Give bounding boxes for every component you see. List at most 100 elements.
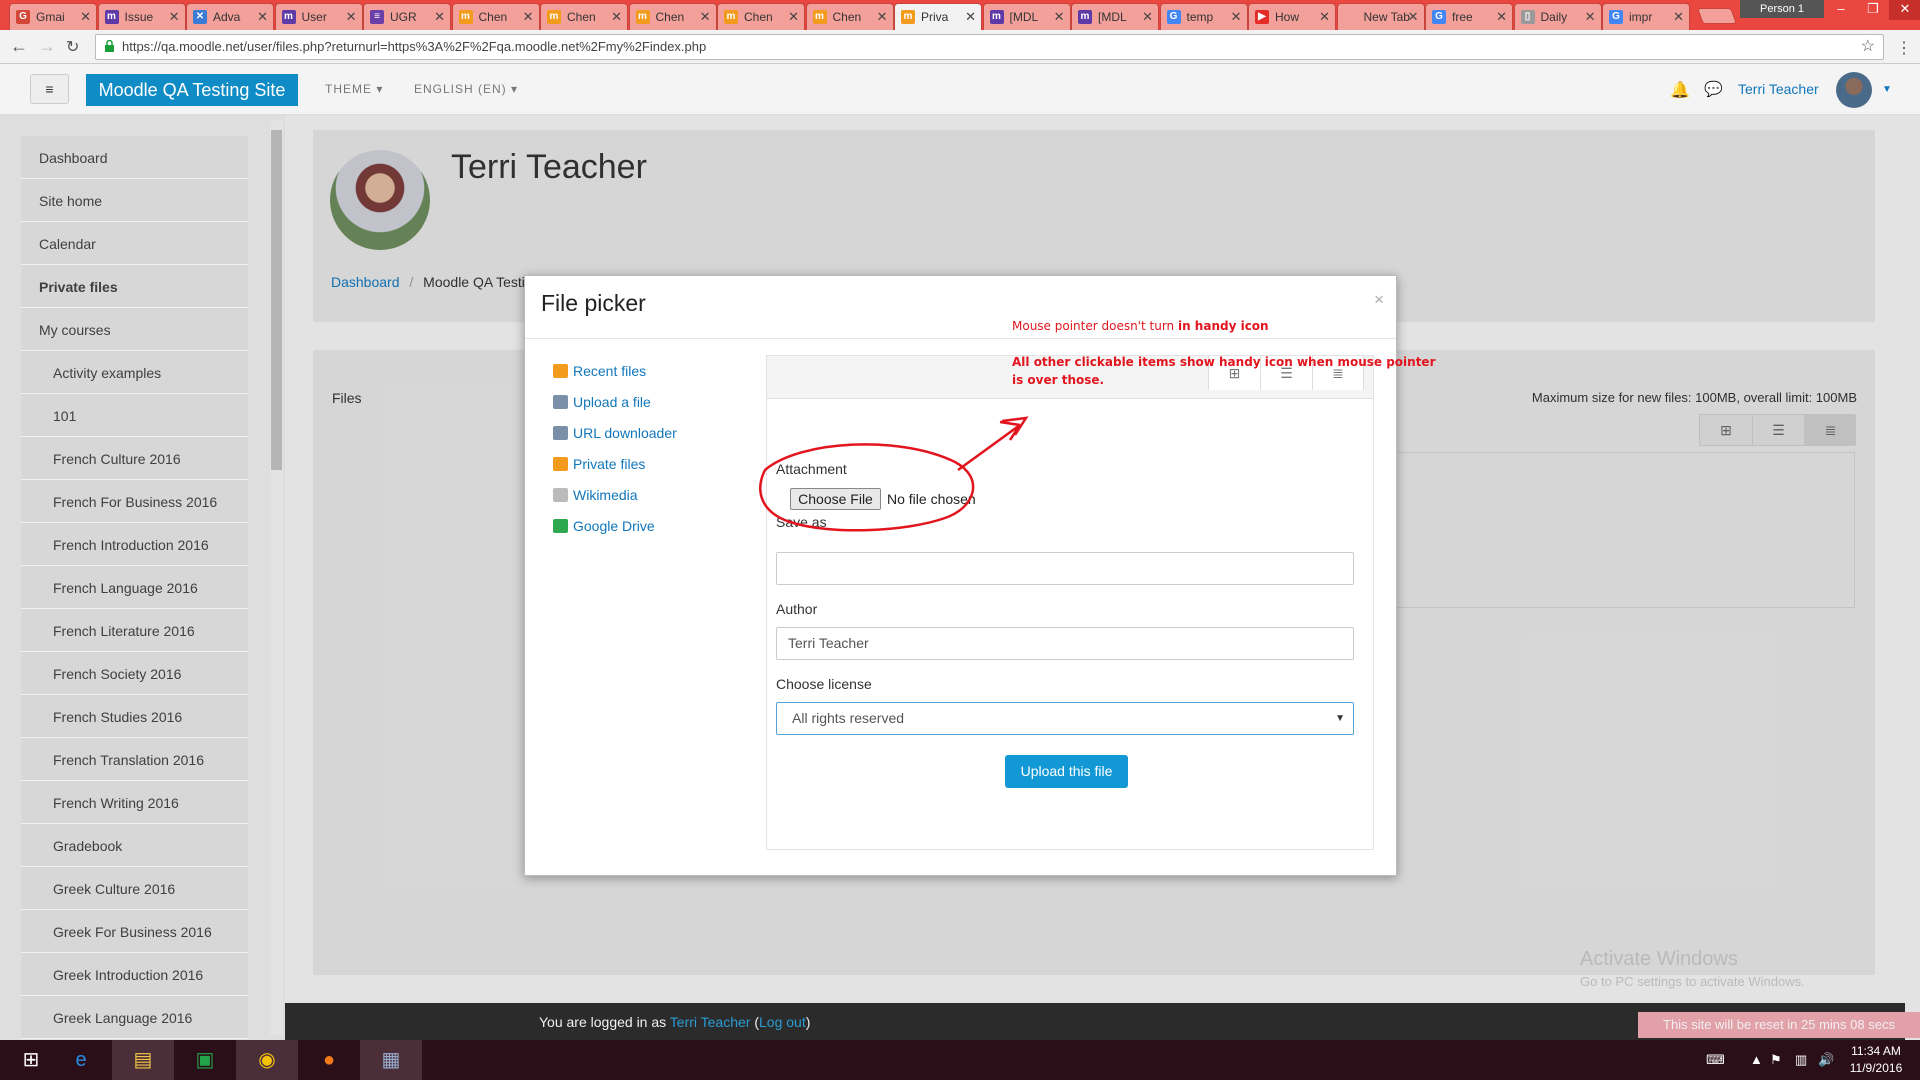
repository-item[interactable]: Upload a file (553, 394, 651, 410)
tab-close-icon[interactable]: ✕ (788, 9, 799, 25)
tab-close-icon[interactable]: ✕ (1408, 9, 1419, 25)
system-clock[interactable]: 11:34 AM 11/9/2016 (1838, 1043, 1914, 1077)
tab-close-icon[interactable]: ✕ (700, 9, 711, 25)
messages-icon[interactable]: 💬 (1704, 80, 1723, 98)
repository-label: Private files (573, 456, 646, 472)
moodle-navbar: ≡ Moodle QA Testing Site THEME ▾ ENGLISH… (0, 64, 1920, 115)
save-as-input[interactable] (776, 552, 1354, 585)
url-field[interactable]: https://qa.moodle.net/user/files.php?ret… (95, 34, 1884, 60)
forward-icon[interactable]: → (38, 36, 56, 57)
tab-close-icon[interactable]: ✕ (611, 9, 622, 25)
browser-tab[interactable]: m Chen ✕ (717, 3, 805, 30)
tab-close-icon[interactable]: ✕ (1585, 9, 1596, 25)
firefox-icon[interactable]: ● (298, 1040, 360, 1080)
browser-tab[interactable]: Gtemp ✕ (1159, 3, 1248, 30)
site-brand[interactable]: Moodle QA Testing Site (86, 74, 298, 106)
tab-close-icon[interactable]: ✕ (523, 9, 534, 25)
tab-close-icon[interactable]: ✕ (1673, 9, 1684, 25)
tab-label: Issue (124, 10, 154, 24)
tab-close-icon[interactable]: ✕ (877, 9, 888, 25)
tab-close-icon[interactable]: ✕ (1319, 9, 1330, 25)
tab-label: Chen (478, 10, 508, 24)
repository-item[interactable]: Private files (553, 456, 645, 472)
volume-icon[interactable]: 🔊 (1818, 1052, 1834, 1068)
tab-close-icon[interactable]: ✕ (434, 9, 445, 25)
tab-close-icon[interactable]: ✕ (1496, 9, 1507, 25)
notifications-bell-icon[interactable]: 🔔 (1670, 80, 1690, 100)
bookmark-star-icon[interactable]: ☆ (1861, 35, 1875, 59)
browser-tab[interactable]: m Chen ✕ (451, 3, 540, 30)
internet-explorer-icon[interactable]: e (50, 1040, 112, 1080)
license-label: Choose license (776, 676, 872, 692)
browser-tab[interactable]: m Chen ✕ (805, 3, 894, 30)
tab-label: Chen (832, 10, 862, 24)
keyboard-icon[interactable]: ⌨ (1706, 1052, 1725, 1068)
tab-favicon-icon: ▶ (1255, 10, 1269, 24)
address-bar: ← → ↻ https://qa.moodle.net/user/files.p… (0, 30, 1920, 64)
browser-tab[interactable]: m User ✕ (274, 3, 363, 30)
remote-desktop-icon[interactable]: ▦ (360, 1040, 422, 1080)
language-menu[interactable]: ENGLISH (EN) ▾ (414, 82, 518, 96)
tab-close-icon[interactable]: ✕ (1142, 9, 1153, 25)
back-icon[interactable]: ← (10, 36, 28, 57)
hamburger-menu-button[interactable]: ≡ (30, 74, 69, 104)
attachment-label: Attachment (776, 461, 847, 477)
tab-label: User (301, 10, 327, 24)
chevron-down-icon[interactable]: ▼ (1882, 84, 1892, 95)
browser-tab[interactable]: New Tab ✕ (1336, 3, 1425, 30)
minimize-icon[interactable]: – (1825, 0, 1857, 20)
file-explorer-icon[interactable]: ▤ (112, 1040, 174, 1080)
browser-tab[interactable]: m [MDL ✕ (982, 3, 1071, 30)
theme-menu[interactable]: THEME ▾ (325, 82, 383, 96)
reload-icon[interactable]: ↻ (66, 37, 79, 57)
license-select[interactable]: All rights reserved ▼ (776, 702, 1354, 735)
annotation-line-3: is over those. (1012, 373, 1105, 387)
upload-this-file-button[interactable]: Upload this file (1005, 755, 1128, 788)
store-icon[interactable]: ▣ (174, 1040, 236, 1080)
browser-tab[interactable]: ▯ Daily ✕ (1513, 3, 1602, 30)
new-tab-button[interactable] (1697, 8, 1737, 24)
choose-file-button[interactable]: Choose File (790, 488, 881, 510)
browser-tab[interactable]: m [MDL ✕ (1071, 3, 1159, 30)
user-avatar[interactable] (1836, 72, 1872, 108)
tab-close-icon[interactable]: ✕ (80, 9, 91, 25)
tray-chevron-icon[interactable]: ▲ (1750, 1052, 1763, 1067)
browser-tab[interactable]: m Priva ✕ (894, 3, 982, 30)
repository-item[interactable]: Google Drive (553, 518, 655, 534)
restore-icon[interactable]: ❐ (1857, 0, 1889, 20)
tab-favicon-icon: ✕ (193, 10, 207, 24)
dialog-title: File picker (541, 290, 646, 316)
repository-item[interactable]: URL downloader (553, 425, 677, 441)
action-center-flag-icon[interactable]: ⚑ (1770, 1052, 1782, 1068)
tab-close-icon[interactable]: ✕ (965, 9, 976, 25)
dialog-divider (525, 338, 1396, 339)
repository-item[interactable]: Recent files (553, 363, 646, 379)
browser-tab[interactable]: Gfree ✕ (1425, 3, 1513, 30)
secure-lock-icon (105, 40, 114, 52)
browser-tab[interactable]: Gimpr ✕ (1602, 3, 1690, 30)
browser-tab[interactable]: m Chen ✕ (628, 3, 717, 30)
network-icon[interactable]: ▥ (1795, 1052, 1807, 1068)
chrome-icon[interactable]: ◉ (236, 1040, 298, 1080)
tab-close-icon[interactable]: ✕ (1231, 9, 1242, 25)
browser-tab[interactable]: m Chen ✕ (540, 3, 628, 30)
close-window-icon[interactable]: ✕ (1889, 0, 1920, 20)
license-selected-value: All rights reserved (792, 710, 905, 726)
repository-item[interactable]: Wikimedia (553, 487, 638, 503)
profile-button[interactable]: Person 1 (1740, 0, 1824, 18)
browser-tab[interactable]: ≡ UGR ✕ (363, 3, 451, 30)
tab-label: Gmai (36, 10, 65, 24)
user-menu-name[interactable]: Terri Teacher (1738, 81, 1819, 97)
browser-tab[interactable]: m Issue ✕ (97, 3, 186, 30)
browser-tab[interactable]: ▶ How ✕ (1248, 3, 1336, 30)
tab-close-icon[interactable]: ✕ (1054, 9, 1065, 25)
browser-tab[interactable]: ✕ Adva ✕ (186, 3, 274, 30)
chrome-menu-icon[interactable]: ⋮ (1896, 38, 1912, 58)
tab-favicon-icon: ≡ (370, 10, 384, 24)
tab-close-icon[interactable]: ✕ (346, 9, 357, 25)
tab-close-icon[interactable]: ✕ (169, 9, 180, 25)
author-input[interactable]: Terri Teacher (776, 627, 1354, 660)
tab-close-icon[interactable]: ✕ (257, 9, 268, 25)
close-icon[interactable]: × (1374, 290, 1384, 310)
browser-tab[interactable]: G Gmai ✕ (9, 3, 97, 30)
